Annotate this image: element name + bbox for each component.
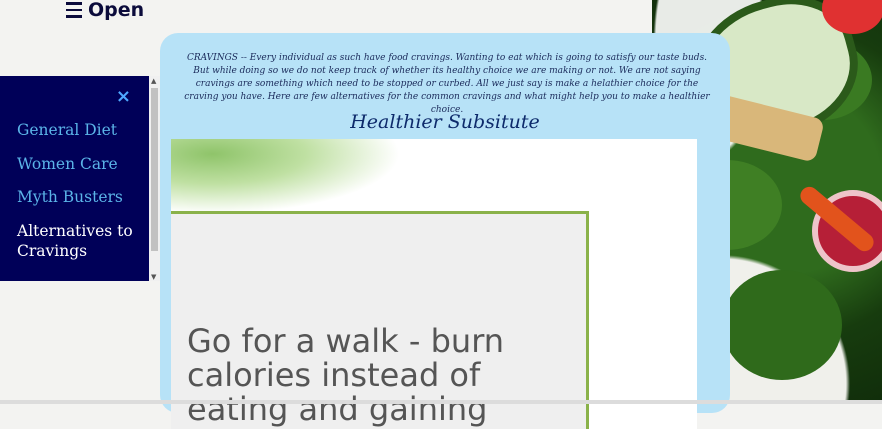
sidebar-nav: × General Diet Women Care Myth Busters A…: [0, 76, 149, 281]
sidebar-scrollbar[interactable]: ▲ ▼: [149, 76, 160, 281]
substitute-image-area: Go for a walk - burn calories instead of…: [171, 139, 697, 429]
substitute-card-text: Go for a walk - burn calories instead of…: [187, 322, 505, 428]
scroll-thumb[interactable]: [151, 88, 158, 251]
sidebar-item-general-diet[interactable]: General Diet: [17, 120, 149, 140]
sidebar-item-myth-busters[interactable]: Myth Busters: [17, 187, 149, 207]
section-heading: Healthier Subsitute: [350, 111, 540, 133]
sidebar-item-women-care[interactable]: Women Care: [17, 154, 149, 174]
open-menu-toggle[interactable]: Open: [66, 0, 144, 24]
open-label: Open: [88, 0, 145, 21]
sidebar-item-alternatives-to-cravings[interactable]: Alternatives to Cravings: [17, 221, 149, 261]
substitute-card: Go for a walk - burn calories instead of…: [171, 211, 589, 429]
cravings-intro-text: CRAVINGS -- Every individual as such hav…: [184, 53, 710, 115]
scroll-up-arrow-icon[interactable]: ▲: [151, 77, 156, 85]
page-bottom-edge: [0, 400, 882, 404]
content-panel: CRAVINGS -- Every individual as such hav…: [160, 33, 730, 429]
sidebar-menu: General Diet Women Care Myth Busters Alt…: [17, 120, 149, 274]
scroll-down-arrow-icon[interactable]: ▼: [151, 273, 156, 281]
close-icon[interactable]: ×: [116, 88, 131, 106]
hamburger-icon: [66, 2, 82, 18]
decorative-leaf-blur: [171, 139, 401, 214]
kale-shape: [722, 270, 842, 380]
